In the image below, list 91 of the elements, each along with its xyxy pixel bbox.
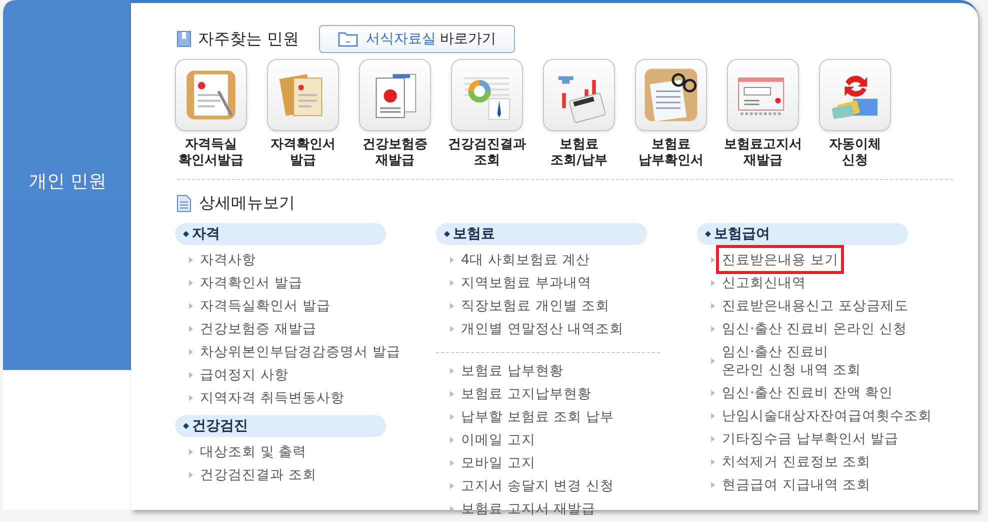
menu-link[interactable]: 치석제거 진료정보 조회 bbox=[719, 450, 874, 473]
arrow-icon bbox=[450, 256, 454, 262]
menu-link[interactable]: 임신·출산 진료비 온라인 신청 bbox=[719, 317, 910, 340]
shortcut-tile[interactable] bbox=[175, 59, 247, 131]
category-title: 건강검진 bbox=[192, 416, 248, 436]
arrow-icon bbox=[711, 390, 715, 396]
arrow-icon bbox=[189, 448, 193, 454]
arrow-icon bbox=[711, 458, 715, 464]
menu-link[interactable]: 진료받은내용신고 포상금제도 bbox=[719, 294, 912, 317]
shortcut-tile[interactable] bbox=[819, 59, 891, 131]
arrow-icon bbox=[189, 372, 193, 378]
menu-link[interactable]: 건강보험증 재발급 bbox=[197, 317, 320, 340]
shortcut-tile[interactable] bbox=[451, 59, 523, 131]
menu-link[interactable]: 보험료 납부현황 bbox=[458, 359, 566, 382]
bookmark-icon bbox=[177, 31, 191, 47]
menu-link[interactable]: 급여정지 사항 bbox=[197, 363, 292, 386]
shortcut-tile[interactable] bbox=[359, 59, 431, 131]
arrow-icon bbox=[711, 326, 715, 332]
arrow-icon bbox=[189, 472, 193, 478]
arrow-icon bbox=[450, 390, 454, 396]
menu-link[interactable]: 기타징수금 납부확인서 발급 bbox=[719, 427, 902, 450]
menu-link[interactable]: 직장보험료 개인별 조회 bbox=[458, 294, 613, 317]
arrow-icon bbox=[450, 482, 454, 488]
shortcut-tile[interactable] bbox=[267, 59, 339, 131]
arrow-icon bbox=[450, 460, 454, 466]
menu-link[interactable]: 차상위본인부담경감증명서 발급 bbox=[197, 340, 404, 363]
category-title: 보험급여 bbox=[714, 224, 770, 244]
arrow-icon bbox=[189, 280, 193, 286]
menu-link[interactable]: 임신·출산 진료비 온라인 신청 내역 조회 bbox=[719, 340, 864, 381]
arrow-icon bbox=[450, 326, 454, 332]
shortcut-tile[interactable] bbox=[635, 59, 707, 131]
menu-link[interactable]: 보험료 고지납부현황 bbox=[458, 382, 594, 405]
menu-link[interactable]: 자격확인서 발급 bbox=[197, 271, 306, 294]
arrow-icon bbox=[711, 436, 715, 442]
shortcut-label[interactable]: 자격확인서 발급 bbox=[270, 137, 336, 169]
folder-icon bbox=[338, 31, 358, 47]
menu-link[interactable]: 개인별 연말정산 내역조회 bbox=[458, 317, 627, 340]
arrow-icon bbox=[450, 280, 454, 286]
menu-link[interactable]: 고지서 송달지 변경 신청 bbox=[458, 474, 617, 497]
arrow-icon bbox=[450, 436, 454, 442]
arrow-icon bbox=[711, 256, 715, 262]
diamond-icon bbox=[183, 423, 189, 429]
menu-link[interactable]: 지역보험료 부과내역 bbox=[458, 271, 594, 294]
menu-link[interactable]: 모바일 고지 bbox=[458, 451, 538, 474]
arrow-icon bbox=[450, 506, 454, 512]
arrow-icon bbox=[189, 256, 193, 262]
arrow-icon bbox=[189, 302, 193, 308]
arrow-icon bbox=[711, 280, 715, 286]
arrow-icon bbox=[711, 358, 715, 364]
sidebar-title: 개인 민원 bbox=[29, 171, 107, 192]
menu-link[interactable]: 납부할 보험료 조회 납부 bbox=[458, 405, 617, 428]
menu-link[interactable]: 보험료 고지서 재발급 bbox=[458, 497, 599, 520]
arrow-icon bbox=[189, 348, 193, 354]
menu-link[interactable]: 진료받은내용 보기 bbox=[719, 248, 842, 271]
document-icon bbox=[177, 194, 191, 212]
shortcut-label[interactable]: 건강검진결과 조회 bbox=[448, 137, 526, 169]
diamond-icon bbox=[705, 231, 711, 237]
diamond-icon bbox=[183, 231, 189, 237]
arrow-icon bbox=[711, 482, 715, 488]
form-library-button[interactable]: 서식자료실 바로가기 bbox=[319, 25, 516, 53]
shortcut-label[interactable]: 보험료 조회/납부 bbox=[550, 137, 608, 169]
shortcut-tile[interactable] bbox=[543, 59, 615, 131]
shortcut-label[interactable]: 자격득실 확인서발급 bbox=[178, 137, 244, 169]
diamond-icon bbox=[444, 231, 450, 237]
arrow-icon bbox=[450, 302, 454, 308]
shortcut-label[interactable]: 보험료 납부확인서 bbox=[638, 137, 704, 169]
menu-link[interactable]: 자격사항 bbox=[197, 248, 259, 271]
menu-link[interactable]: 자격득실확인서 발급 bbox=[197, 294, 334, 317]
arrow-icon bbox=[450, 368, 454, 374]
arrow-icon bbox=[450, 414, 454, 420]
arrow-icon bbox=[711, 302, 715, 308]
arrow-icon bbox=[189, 394, 193, 400]
category-title: 보험료 bbox=[453, 224, 495, 244]
shortcut-label[interactable]: 자동이체 신청 bbox=[829, 137, 881, 169]
arrow-icon bbox=[711, 412, 715, 418]
menu-link[interactable]: 임신·출산 진료비 잔액 확인 bbox=[719, 381, 896, 404]
shortcut-tile[interactable] bbox=[727, 59, 799, 131]
section-title: 상세메뉴보기 bbox=[199, 192, 295, 214]
arrow-icon bbox=[189, 326, 193, 332]
menu-link[interactable]: 지역자격 취득변동사항 bbox=[197, 386, 348, 409]
menu-link[interactable]: 대상조회 및 출력 bbox=[197, 440, 310, 463]
menu-link[interactable]: 이메일 고지 bbox=[458, 428, 538, 451]
shortcut-label[interactable]: 보험료고지서 재발급 bbox=[724, 137, 802, 169]
menu-link[interactable]: 난임시술대상자잔여급여횟수조회 bbox=[719, 404, 935, 427]
category-title: 자격 bbox=[192, 224, 220, 244]
menu-link[interactable]: 4대 사회보험료 계산 bbox=[458, 248, 594, 271]
menu-link[interactable]: 건강검진결과 조회 bbox=[197, 463, 320, 486]
menu-link[interactable]: 신고회신내역 bbox=[719, 271, 809, 294]
menu-link[interactable]: 현금급여 지급내역 조회 bbox=[719, 473, 874, 496]
shortcut-label[interactable]: 건강보험증 재발급 bbox=[362, 137, 428, 169]
section-title: 자주찾는 민원 bbox=[198, 28, 300, 50]
